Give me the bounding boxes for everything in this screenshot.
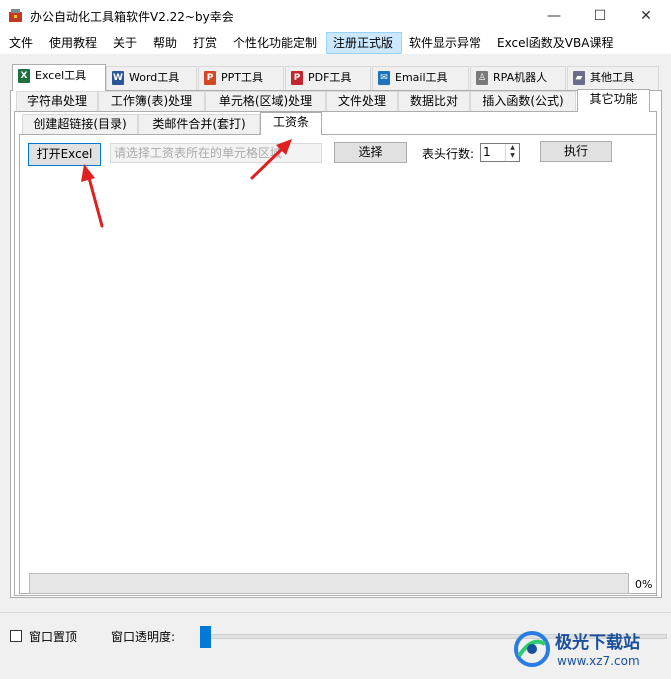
tab-excel-tools[interactable]: X Excel工具	[12, 64, 106, 91]
progress-percent: 0%	[635, 578, 653, 591]
watermark-title: 极光下载站	[555, 633, 640, 653]
tab-other-functions[interactable]: 其它功能	[577, 89, 650, 112]
menu-bar: 文件 使用教程 关于 帮助 打赏 个性化功能定制 注册正式版 软件显示异常 Ex…	[0, 32, 671, 54]
title-bar: 办公自动化工具箱软件V2.22~by幸会 — ☐ ✕	[0, 0, 671, 32]
close-button[interactable]: ✕	[623, 0, 669, 32]
menu-display-issue[interactable]: 软件显示异常	[403, 32, 487, 54]
window-topmost-checkbox[interactable]	[10, 630, 22, 642]
tab-word-tools[interactable]: W Word工具	[106, 66, 197, 90]
minimize-button[interactable]: —	[531, 0, 577, 32]
bottom-divider	[0, 612, 671, 613]
spin-up-icon[interactable]: ▲	[506, 144, 519, 152]
open-excel-button[interactable]: 打开Excel	[28, 143, 101, 166]
menu-file[interactable]: 文件	[3, 32, 39, 54]
tab-rpa-robot[interactable]: ♙ RPA机器人	[470, 66, 566, 90]
menu-about[interactable]: 关于	[107, 32, 143, 54]
tab-label: PDF工具	[308, 71, 352, 84]
tab-payslip[interactable]: 工资条	[260, 112, 322, 135]
tab-cell-range-processing[interactable]: 单元格(区域)处理	[205, 91, 326, 111]
folder-icon: ▰	[573, 71, 585, 85]
tab-data-compare[interactable]: 数据比对	[398, 91, 470, 111]
menu-register[interactable]: 注册正式版	[326, 32, 402, 54]
window-opacity-label: 窗口透明度:	[111, 630, 176, 644]
header-rows-stepper[interactable]: 1 ▲ ▼	[480, 143, 520, 162]
select-button[interactable]: 选择	[334, 142, 407, 163]
tab-label: Excel工具	[35, 69, 87, 82]
menu-donate[interactable]: 打赏	[187, 32, 223, 54]
tab-email-tools[interactable]: ✉ Email工具	[372, 66, 469, 90]
tab-insert-function[interactable]: 插入函数(公式)	[470, 91, 576, 111]
tab-label: PPT工具	[221, 71, 263, 84]
robot-icon: ♙	[476, 71, 488, 85]
word-icon: W	[112, 71, 124, 85]
ppt-icon: P	[204, 71, 216, 85]
tab-pdf-tools[interactable]: P PDF工具	[285, 66, 371, 90]
payslip-panel	[19, 134, 657, 594]
execute-button[interactable]: 执行	[540, 141, 612, 162]
tab-create-hyperlink[interactable]: 创建超链接(目录)	[22, 114, 138, 134]
excel-icon: X	[18, 69, 30, 83]
tab-workbook-processing[interactable]: 工作簿(表)处理	[98, 91, 205, 111]
window-title: 办公自动化工具箱软件V2.22~by幸会	[30, 10, 234, 24]
pdf-icon: P	[291, 71, 303, 85]
header-rows-value: 1	[483, 145, 491, 159]
app-toolbox-icon	[9, 9, 22, 22]
header-rows-label: 表头行数:	[422, 147, 475, 161]
spin-down-icon[interactable]: ▼	[506, 152, 519, 160]
tab-label: Email工具	[395, 71, 448, 84]
email-icon: ✉	[378, 71, 390, 85]
opacity-slider-thumb[interactable]	[200, 626, 211, 648]
tab-string-processing[interactable]: 字符串处理	[16, 91, 98, 111]
site-watermark: 极光下载站 www.xz7.com	[505, 626, 670, 676]
menu-help[interactable]: 帮助	[147, 32, 183, 54]
tab-other-tools[interactable]: ▰ 其他工具	[567, 66, 659, 90]
maximize-button[interactable]: ☐	[577, 0, 623, 32]
tab-label: 其他工具	[590, 71, 634, 84]
menu-customize[interactable]: 个性化功能定制	[227, 32, 323, 54]
progress-bar	[29, 573, 629, 594]
tab-mail-merge[interactable]: 类邮件合并(套打)	[138, 114, 260, 134]
cell-range-input[interactable]: 请选择工资表所在的单元格区域	[110, 143, 322, 163]
tab-file-processing[interactable]: 文件处理	[326, 91, 398, 111]
window-topmost-label: 窗口置顶	[29, 630, 78, 644]
watermark-url: www.xz7.com	[557, 654, 640, 668]
aurora-logo-icon	[514, 631, 550, 667]
tab-ppt-tools[interactable]: P PPT工具	[198, 66, 284, 90]
tab-label: RPA机器人	[493, 71, 548, 84]
menu-tutorial[interactable]: 使用教程	[43, 32, 103, 54]
tab-label: Word工具	[129, 71, 180, 84]
menu-vba-course[interactable]: Excel函数及VBA课程	[491, 32, 619, 54]
